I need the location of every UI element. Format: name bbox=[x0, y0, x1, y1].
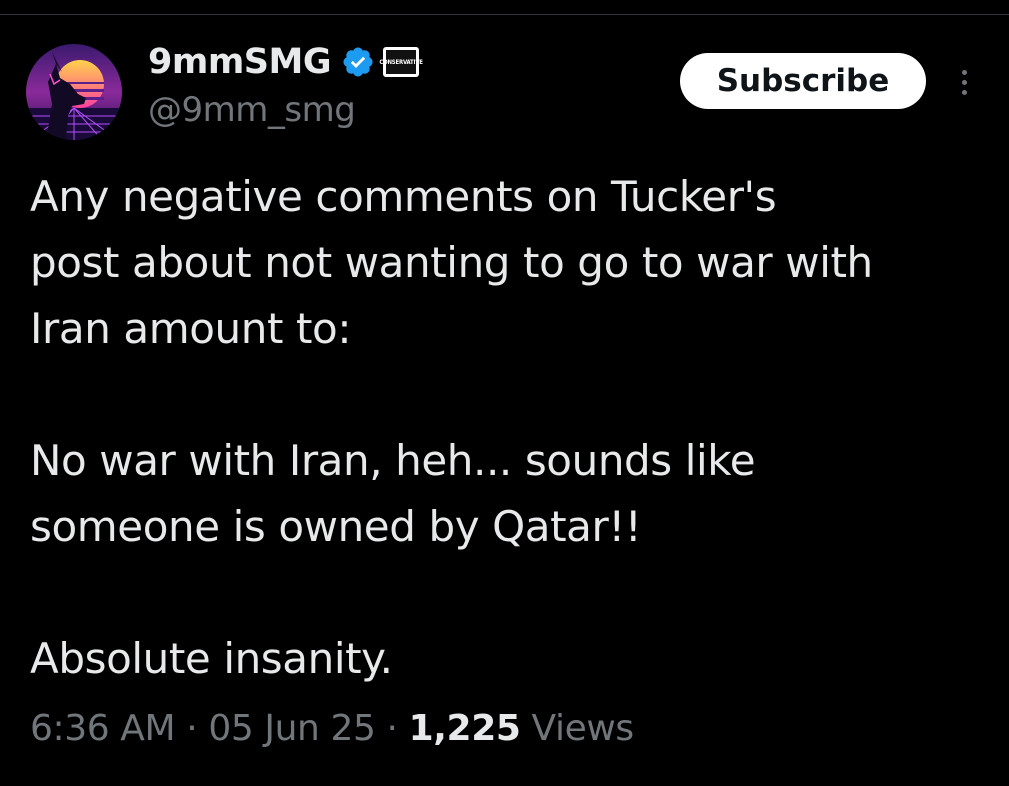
tweet-text-line: post about not wanting to go to war with bbox=[30, 238, 873, 287]
meta-separator: · bbox=[375, 708, 409, 749]
affiliation-badge[interactable]: CONSERVATIVE bbox=[379, 47, 423, 77]
top-divider bbox=[0, 14, 1009, 15]
more-vertical-icon[interactable] bbox=[950, 62, 978, 102]
avatar-image bbox=[26, 44, 122, 140]
meta-separator: · bbox=[175, 708, 209, 749]
subscribe-button[interactable]: Subscribe bbox=[680, 53, 926, 109]
affiliation-badge-text: CONSERVATIVE bbox=[379, 58, 423, 66]
avatar[interactable] bbox=[26, 44, 122, 140]
views-count[interactable]: 1,225 bbox=[409, 708, 521, 749]
author-display-name[interactable]: 9mmSMG bbox=[148, 42, 332, 82]
tweet-text-line: Iran amount to: bbox=[30, 304, 352, 353]
tweet-meta: 6:36 AM · 05 Jun 25 · 1,225 Views bbox=[30, 708, 634, 749]
tweet-time[interactable]: 6:36 AM bbox=[30, 708, 176, 749]
tweet-text-line: No war with Iran, heh... sounds like bbox=[30, 436, 756, 485]
tweet-text-line: someone is owned by Qatar!! bbox=[30, 502, 642, 551]
views-label: Views bbox=[531, 708, 635, 749]
tweet-text: Any negative comments on Tucker's post a… bbox=[30, 164, 990, 692]
tweet-text-line: Any negative comments on Tucker's bbox=[30, 172, 777, 221]
author-handle[interactable]: @9mm_smg bbox=[148, 90, 356, 130]
tweet-date[interactable]: 05 Jun 25 bbox=[208, 708, 376, 749]
author-name-row: 9mmSMG CONSERVATIVE bbox=[148, 40, 423, 84]
verified-badge-icon[interactable] bbox=[341, 45, 375, 79]
tweet-text-line: Absolute insanity. bbox=[30, 634, 393, 683]
